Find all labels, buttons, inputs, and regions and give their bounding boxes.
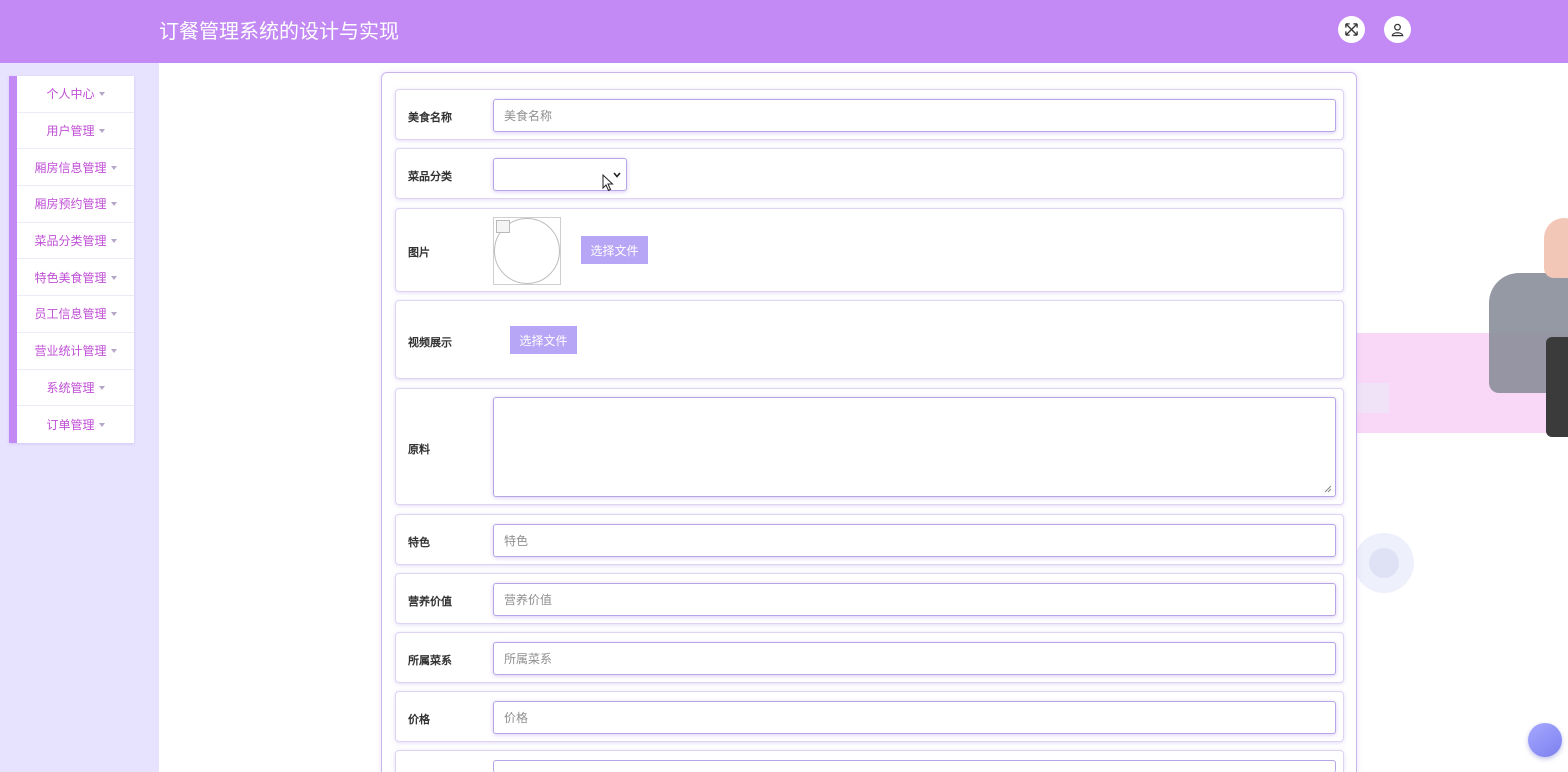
video-label: 视频展示 — [408, 337, 452, 349]
caret-down-icon — [98, 423, 105, 428]
nutrition-label: 营养价值 — [408, 596, 452, 608]
background-illustration — [1544, 218, 1568, 278]
price-label: 价格 — [408, 714, 430, 726]
next-field-input[interactable] — [493, 760, 1336, 772]
price-input[interactable] — [493, 701, 1336, 734]
sidebar-item-system[interactable]: 系统管理 — [17, 370, 134, 407]
sidebar-item-orders[interactable]: 订单管理 — [17, 406, 134, 443]
form-row-cuisine: 所属菜系 — [395, 632, 1344, 683]
sidebar-item-label: 厢房信息管理 — [34, 160, 107, 175]
form-row-name: 美食名称 — [395, 89, 1344, 140]
form-row-ingredients: 原料 — [395, 388, 1344, 505]
form-row-nutrition: 营养价值 — [395, 573, 1344, 624]
expand-arrows-icon — [1345, 23, 1358, 36]
sidebar-item-user-management[interactable]: 用户管理 — [17, 113, 134, 150]
sidebar-menu: 个人中心 用户管理 厢房信息管理 厢房预约管理 菜品分类管理 特色美食管理 员工… — [9, 76, 134, 443]
caret-down-icon — [110, 275, 117, 280]
form-row-video: 视频展示 选择文件 — [395, 300, 1344, 379]
caret-down-icon — [110, 202, 117, 207]
caret-down-icon — [110, 239, 117, 244]
sidebar-item-room-info[interactable]: 厢房信息管理 — [17, 149, 134, 187]
caret-down-icon — [110, 165, 117, 170]
user-button[interactable] — [1384, 16, 1411, 43]
top-header: 订餐管理系统的设计与实现 — [0, 0, 1568, 63]
image-label: 图片 — [408, 247, 430, 259]
caret-down-icon — [110, 312, 117, 317]
user-icon — [1391, 23, 1404, 37]
fullscreen-button[interactable] — [1338, 16, 1365, 43]
resize-grip-icon[interactable] — [1324, 485, 1332, 493]
caret-down-icon — [98, 92, 105, 97]
mouse-cursor-icon — [602, 174, 614, 192]
sidebar-item-label: 订单管理 — [46, 418, 95, 433]
image-choose-file-button[interactable]: 选择文件 — [581, 236, 648, 264]
broken-image-icon — [496, 220, 510, 233]
sidebar-item-business-stats[interactable]: 营业统计管理 — [17, 333, 134, 370]
cuisine-label: 所属菜系 — [408, 655, 452, 667]
form-row-next — [395, 750, 1344, 772]
form-row-feature: 特色 — [395, 514, 1344, 565]
feature-label: 特色 — [408, 537, 430, 549]
nutrition-input[interactable] — [493, 583, 1336, 616]
ingredients-label: 原料 — [408, 444, 430, 456]
sidebar-item-label: 菜品分类管理 — [34, 234, 107, 249]
sidebar-item-dish-category[interactable]: 菜品分类管理 — [17, 223, 134, 260]
sidebar-item-personal-center[interactable]: 个人中心 — [17, 76, 134, 113]
sidebar-item-label: 厢房预约管理 — [34, 197, 107, 212]
category-select[interactable] — [493, 158, 627, 192]
sidebar-item-label: 特色美食管理 — [34, 270, 107, 285]
form-row-image: 图片 选择文件 — [395, 208, 1344, 292]
caret-down-icon — [98, 129, 105, 134]
category-label: 菜品分类 — [408, 171, 452, 183]
sidebar-item-label: 营业统计管理 — [34, 344, 107, 359]
cuisine-input[interactable] — [493, 642, 1336, 675]
feature-input[interactable] — [493, 524, 1336, 557]
sidebar-item-label: 员工信息管理 — [34, 307, 107, 322]
name-label: 美食名称 — [408, 112, 452, 124]
caret-down-icon — [98, 385, 105, 390]
video-choose-file-button[interactable]: 选择文件 — [510, 326, 577, 354]
form-row-category: 菜品分类 — [395, 148, 1344, 199]
floating-assistant-button[interactable] — [1528, 723, 1562, 757]
caret-down-icon — [110, 349, 117, 354]
background-illustration — [1369, 548, 1399, 578]
app-title: 订餐管理系统的设计与实现 — [159, 21, 399, 43]
sidebar-item-label: 用户管理 — [46, 124, 95, 139]
sidebar-item-label: 个人中心 — [46, 87, 95, 102]
food-name-input[interactable] — [493, 99, 1336, 132]
sidebar-item-specialty-food[interactable]: 特色美食管理 — [17, 259, 134, 297]
image-preview — [493, 217, 561, 285]
sidebar-item-room-booking[interactable]: 厢房预约管理 — [17, 186, 134, 223]
side-panel-tab[interactable] — [1546, 337, 1568, 437]
sidebar-item-staff-info[interactable]: 员工信息管理 — [17, 296, 134, 333]
ingredients-textarea[interactable] — [493, 397, 1336, 497]
sidebar-item-label: 系统管理 — [46, 380, 95, 395]
form-row-price: 价格 — [395, 691, 1344, 742]
